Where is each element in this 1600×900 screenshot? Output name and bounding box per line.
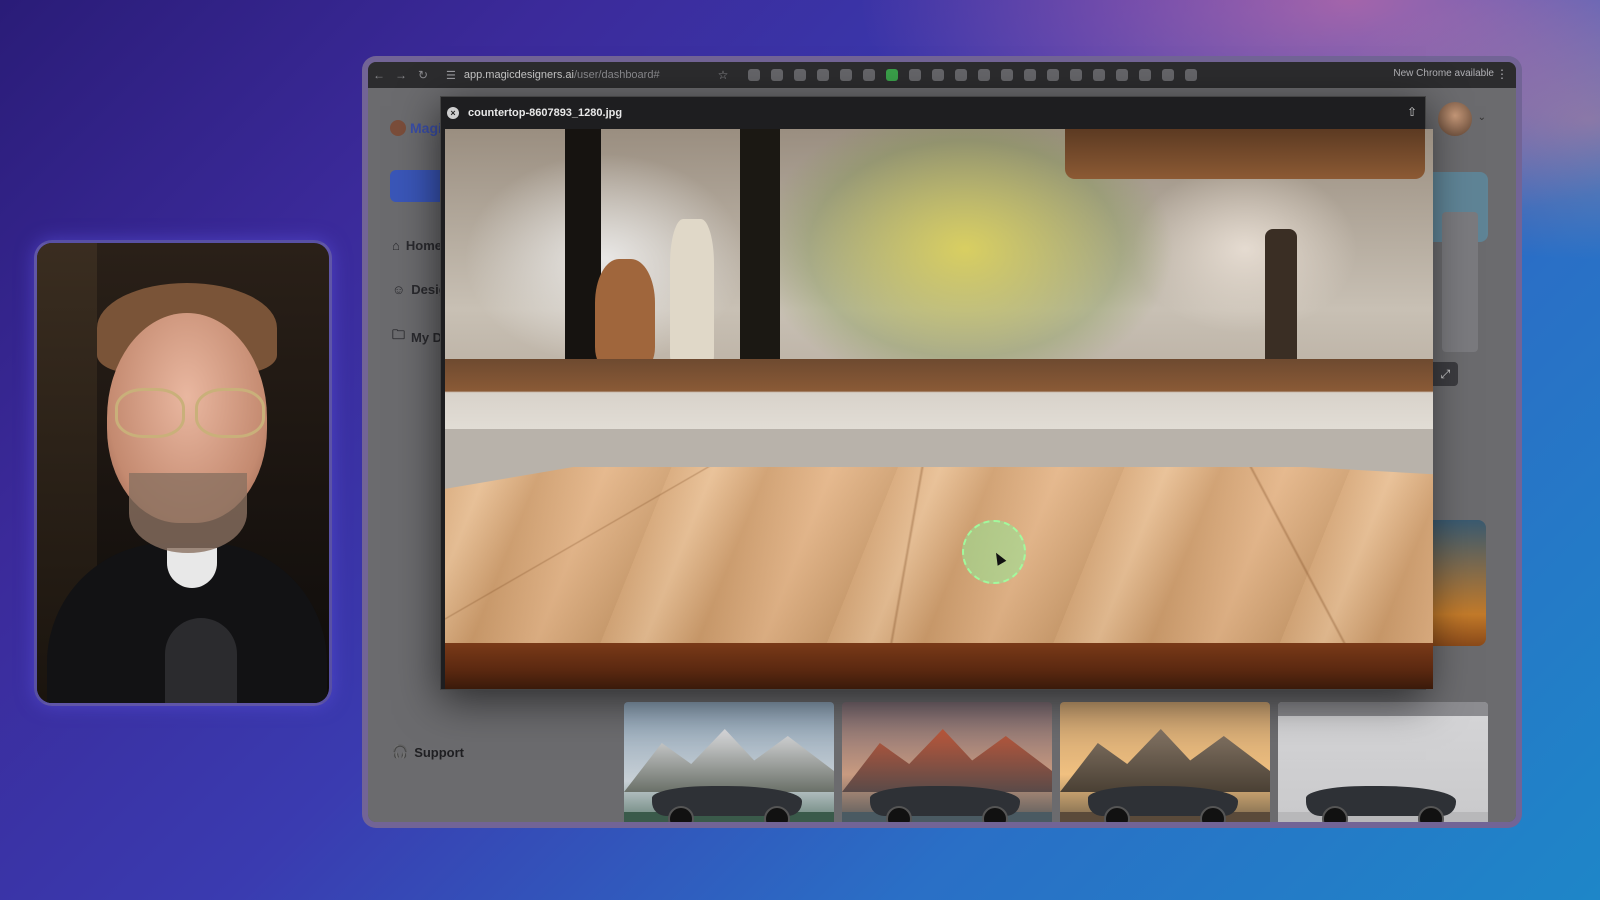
tune-icon[interactable]: ☰ [446,69,456,82]
reload-icon[interactable]: ↻ [412,68,434,82]
kebab-icon[interactable]: ⋮ [1496,67,1508,81]
extension-icon[interactable] [1116,69,1129,81]
extension-icon[interactable] [840,69,853,81]
sidebar-item-label: My D [411,329,443,345]
gallery-thumbnail[interactable] [624,702,834,822]
logo-text: Magi [410,120,442,136]
extension-icon[interactable] [886,69,899,81]
extension-icon[interactable] [909,69,922,81]
folder-icon: 🗀 [392,327,406,342]
extension-icon[interactable] [1139,69,1152,81]
extension-icon[interactable] [955,69,968,81]
new-chrome-available-button[interactable]: New Chrome available [1393,68,1494,79]
extension-icon[interactable] [978,69,991,81]
extensions-bar [748,69,1198,81]
extension-icon[interactable] [863,69,876,81]
support-label: Support [414,744,465,760]
presenter-glasses [115,388,265,438]
extension-icon[interactable] [1093,69,1106,81]
logo-icon [390,120,406,136]
extension-icon[interactable] [1162,69,1175,81]
sidebar-item-my-designs[interactable]: 🗀 My D [392,326,442,348]
cursor-highlight [962,520,1026,584]
close-icon[interactable]: × [447,107,459,119]
extension-icon[interactable] [1001,69,1014,81]
forward-arrow-icon[interactable]: → [390,68,412,82]
image-filename: countertop-8607893_1280.jpg [468,107,623,119]
webcam-overlay [34,240,332,706]
microphone [165,618,237,703]
url-path: /user/dashboard# [573,69,660,81]
chevron-down-icon[interactable]: ⌄ [1478,112,1486,123]
extension-icon[interactable] [1070,69,1083,81]
url-host: app.magicdesigners.ai [463,69,574,81]
star-icon[interactable]: ☆ [718,68,729,82]
extension-icon[interactable] [794,69,807,81]
support-link[interactable]: 🎧 Support [392,744,464,760]
sidebar-item-label: Home [405,238,442,253]
address-bar[interactable]: ☰ app.magicdesigners.ai/user/dashboard# [446,69,660,82]
browser-toolbar: ← → ↻ ☰ app.magicdesigners.ai/user/dashb… [368,62,1516,88]
headset-icon: 🎧 [392,744,409,759]
share-icon[interactable]: ⇧ [1407,105,1417,119]
presenter-beard [129,473,247,553]
modal-header: × countertop-8607893_1280.jpg [441,97,1425,129]
gallery-thumbnail[interactable] [1278,702,1488,822]
side-panel [1442,212,1478,352]
avatar[interactable] [1438,102,1472,136]
extension-icon[interactable] [748,69,761,81]
preview-image [445,129,1433,689]
extension-icon[interactable] [1185,69,1198,81]
image-preview-modal: × countertop-8607893_1280.jpg ⇧ [440,96,1433,690]
expand-icon[interactable]: ⤢ [1440,367,1450,382]
app-logo[interactable]: Magi [390,120,442,136]
sidebar-item-designers[interactable]: ☺ Desig [392,282,447,297]
back-arrow-icon[interactable]: ← [368,68,390,82]
gallery-thumbnail[interactable] [842,702,1052,822]
extension-icon[interactable] [817,69,830,81]
gallery-thumbnail[interactable] [1060,702,1270,822]
extension-icon[interactable] [1024,69,1037,81]
sidebar-item-home[interactable]: ⌂ Home [392,238,442,253]
designer-icon: ☺ [392,282,406,297]
extension-icon[interactable] [932,69,945,81]
extension-icon[interactable] [771,69,784,81]
extension-icon[interactable] [1047,69,1060,81]
home-icon: ⌂ [392,238,400,253]
